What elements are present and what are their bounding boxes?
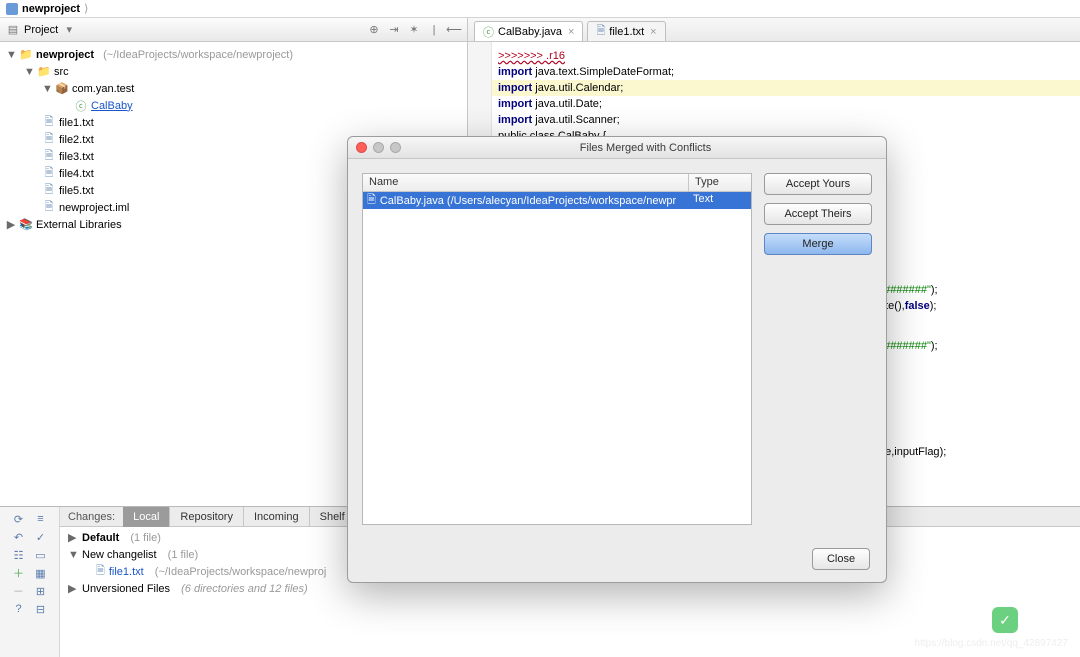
shelve-icon[interactable]: ▭ bbox=[33, 547, 49, 563]
tree-root-path: (~/IdeaProjects/workspace/newproject) bbox=[103, 49, 293, 61]
revert-icon[interactable]: ↶ bbox=[11, 529, 27, 545]
accept-yours-button[interactable]: Accept Yours bbox=[764, 173, 872, 195]
watermark-url: https://blog.csdn.net/qq_42897427 bbox=[915, 638, 1068, 649]
dialog-title: Files Merged with Conflicts bbox=[413, 142, 878, 154]
project-panel-title[interactable]: Project bbox=[24, 24, 58, 36]
changes-toolbar: ⟳ ≡ ↶ ✓ ☷ ▭ ＋ ▦ － ⊞ ? ⊟ bbox=[0, 507, 60, 657]
merge-conflicts-dialog: Files Merged with Conflicts Name Type 🗎C… bbox=[347, 136, 887, 583]
diff-icon[interactable]: ≡ bbox=[33, 511, 49, 527]
class-icon: ⓒ bbox=[74, 99, 88, 113]
tree-file[interactable]: file1.txt bbox=[59, 117, 94, 129]
breadcrumb-sep: ⟩ bbox=[84, 2, 88, 15]
collapse-all-icon[interactable]: ⊟ bbox=[33, 601, 49, 617]
gear-icon[interactable]: ✶ bbox=[407, 23, 421, 37]
tree-iml[interactable]: newproject.iml bbox=[59, 202, 129, 214]
tab-incoming[interactable]: Incoming bbox=[244, 507, 310, 527]
table-row[interactable]: 🗎CalBaby.java (/Users/alecyan/IdeaProjec… bbox=[363, 192, 751, 209]
col-type[interactable]: Type bbox=[689, 174, 751, 191]
changelist-icon[interactable]: ☷ bbox=[11, 547, 27, 563]
iml-icon: 🗎 bbox=[42, 201, 56, 215]
add-icon[interactable]: ＋ bbox=[11, 565, 27, 581]
file-icon: 🗎 bbox=[42, 184, 56, 198]
file-icon: 🗎 bbox=[596, 22, 605, 41]
expand-icon[interactable]: ⊞ bbox=[33, 583, 49, 599]
close-button[interactable]: Close bbox=[812, 548, 870, 570]
collapse-icon[interactable]: ⇥ bbox=[387, 23, 401, 37]
project-tool-icon: ▤ bbox=[6, 23, 20, 37]
java-icon: ⓒ bbox=[483, 24, 494, 40]
remove-icon[interactable]: － bbox=[11, 583, 27, 599]
merge-button[interactable]: Merge bbox=[764, 233, 872, 255]
tree-class[interactable]: CalBaby bbox=[91, 100, 133, 112]
file-icon: 🗎 bbox=[42, 150, 56, 164]
src-folder-icon: 📁 bbox=[37, 65, 51, 79]
project-toolbar: ▤ Project ▾ ⊕ ⇥ ✶ | ⟵ bbox=[0, 18, 467, 42]
cl-unversioned[interactable]: Unversioned Files bbox=[82, 583, 170, 595]
project-folder-icon: 📁 bbox=[19, 48, 33, 62]
window-min-icon[interactable] bbox=[373, 142, 384, 153]
autoscroll-icon[interactable]: ⊕ bbox=[367, 23, 381, 37]
close-icon[interactable]: × bbox=[568, 26, 574, 38]
tree-file[interactable]: file2.txt bbox=[59, 134, 94, 146]
tree-ext[interactable]: External Libraries bbox=[36, 219, 122, 231]
group-icon[interactable]: ▦ bbox=[33, 565, 49, 581]
file-icon: 🗎 bbox=[367, 192, 376, 209]
wechat-icon: ✓ bbox=[992, 607, 1018, 633]
tab-file1[interactable]: 🗎file1.txt× bbox=[587, 21, 665, 41]
window-close-icon[interactable] bbox=[356, 142, 367, 153]
table-header: Name Type bbox=[363, 174, 751, 192]
cl-file[interactable]: file1.txt bbox=[109, 566, 144, 578]
close-icon[interactable]: × bbox=[650, 26, 656, 38]
changes-label: Changes: bbox=[60, 511, 123, 523]
help-icon[interactable]: ? bbox=[11, 601, 27, 617]
file-icon: 🗎 bbox=[42, 133, 56, 147]
breadcrumb-project[interactable]: newproject bbox=[22, 3, 80, 15]
col-name[interactable]: Name bbox=[363, 174, 689, 191]
tree-file[interactable]: file3.txt bbox=[59, 151, 94, 163]
accept-theirs-button[interactable]: Accept Theirs bbox=[764, 203, 872, 225]
conflict-file-table[interactable]: Name Type 🗎CalBaby.java (/Users/alecyan/… bbox=[362, 173, 752, 525]
tab-repository[interactable]: Repository bbox=[170, 507, 244, 527]
editor-tabs: ⓒCalBaby.java× 🗎file1.txt× bbox=[468, 18, 1080, 42]
file-icon: 🗎 bbox=[96, 562, 105, 581]
dialog-titlebar[interactable]: Files Merged with Conflicts bbox=[348, 137, 886, 159]
cl-default[interactable]: Default bbox=[82, 532, 119, 544]
divider: | bbox=[427, 23, 441, 37]
hide-icon[interactable]: ⟵ bbox=[447, 23, 461, 37]
project-icon bbox=[6, 3, 18, 15]
window-zoom-icon[interactable] bbox=[390, 142, 401, 153]
tab-calbaby[interactable]: ⓒCalBaby.java× bbox=[474, 21, 583, 41]
tree-file[interactable]: file5.txt bbox=[59, 185, 94, 197]
tree-pkg[interactable]: com.yan.test bbox=[72, 83, 134, 95]
file-icon: 🗎 bbox=[42, 116, 56, 130]
package-icon: 📦 bbox=[55, 82, 69, 96]
cl-newlist[interactable]: New changelist bbox=[82, 549, 157, 561]
tree-file[interactable]: file4.txt bbox=[59, 168, 94, 180]
libraries-icon: 📚 bbox=[19, 218, 33, 232]
watermark: ✓ 全栈小刘 bbox=[992, 607, 1068, 633]
tree-root[interactable]: newproject bbox=[36, 49, 94, 61]
file-icon: 🗎 bbox=[42, 167, 56, 181]
breadcrumb: newproject ⟩ bbox=[0, 0, 1080, 18]
tab-local[interactable]: Local bbox=[123, 507, 170, 527]
tree-src[interactable]: src bbox=[54, 66, 69, 78]
dropdown-icon[interactable]: ▾ bbox=[62, 23, 76, 37]
commit-icon[interactable]: ✓ bbox=[33, 529, 49, 545]
refresh-icon[interactable]: ⟳ bbox=[11, 511, 27, 527]
